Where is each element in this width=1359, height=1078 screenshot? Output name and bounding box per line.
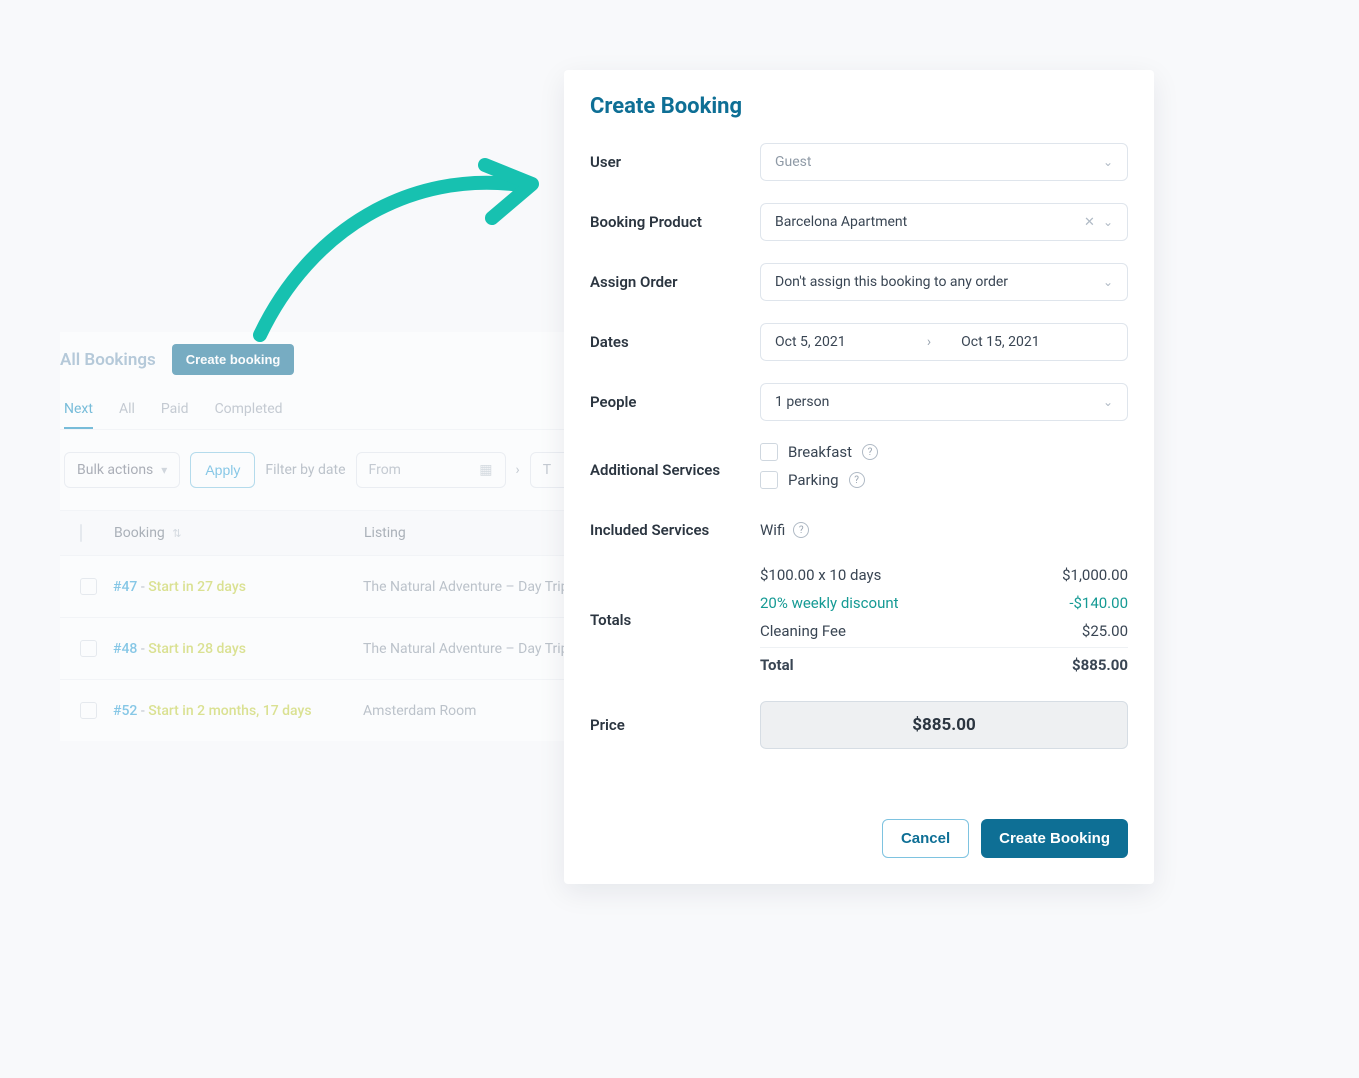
from-placeholder: From (369, 462, 401, 478)
label-assign-order: Assign Order (590, 273, 760, 291)
bulk-actions-select[interactable]: Bulk actions ▾ (64, 452, 180, 488)
booking-id-link[interactable]: #52 (113, 703, 137, 719)
create-booking-modal: Create Booking User Guest ⌄ Booking Prod… (564, 70, 1154, 884)
clear-icon[interactable]: ✕ (1084, 215, 1095, 230)
label-product: Booking Product (590, 213, 760, 231)
label-people: People (590, 393, 760, 411)
booking-eta: Start in 27 days (148, 579, 246, 595)
checkbox-parking[interactable] (760, 471, 778, 489)
service-parking[interactable]: Parking ? (760, 471, 1128, 489)
service-breakfast[interactable]: Breakfast ? (760, 443, 1128, 461)
row-booking: #52 - Start in 2 months, 17 days (113, 703, 363, 719)
help-icon[interactable]: ? (793, 522, 809, 538)
row-booking: #47 - Start in 27 days (113, 579, 363, 595)
apply-button[interactable]: Apply (190, 452, 255, 488)
chevron-down-icon: ⌄ (1103, 395, 1113, 409)
service-label: Breakfast (788, 443, 852, 461)
column-booking[interactable]: Booking ⇅ (114, 525, 364, 541)
create-booking-button[interactable]: Create booking (172, 344, 295, 375)
assign-order-select[interactable]: Don't assign this booking to any order ⌄ (760, 263, 1128, 301)
bulk-actions-label: Bulk actions (77, 462, 153, 478)
cancel-button[interactable]: Cancel (882, 819, 969, 858)
included-wifi: Wifi ? (760, 521, 1128, 539)
label-included-services: Included Services (590, 521, 760, 539)
row-totals: Totals $100.00 x 10 days $1,000.00 20% w… (590, 561, 1128, 679)
row-product: Booking Product Barcelona Apartment ✕ ⌄ (590, 203, 1128, 241)
range-arrow-icon: › (516, 462, 520, 478)
checkbox-breakfast[interactable] (760, 443, 778, 461)
totals-discount: 20% weekly discount -$140.00 (760, 589, 1128, 617)
chevron-down-icon: ⌄ (1103, 215, 1113, 229)
totals-fee: Cleaning Fee $25.00 (760, 617, 1128, 645)
booking-id-link[interactable]: #47 (113, 579, 137, 595)
row-dates: Dates Oct 5, 2021 › Oct 15, 2021 (590, 323, 1128, 361)
label-dates: Dates (590, 333, 760, 351)
row-checkbox[interactable] (80, 702, 97, 719)
product-value: Barcelona Apartment (775, 214, 907, 230)
people-select[interactable]: 1 person ⌄ (760, 383, 1128, 421)
row-booking: #48 - Start in 28 days (113, 641, 363, 657)
tab-paid[interactable]: Paid (161, 401, 189, 429)
totals-total: Total $885.00 (760, 647, 1128, 679)
row-assign-order: Assign Order Don't assign this booking t… (590, 263, 1128, 301)
all-bookings-title: All Bookings (60, 350, 156, 370)
to-placeholder: T (543, 462, 551, 478)
tab-next[interactable]: Next (64, 401, 93, 429)
chevron-down-icon: ▾ (161, 463, 167, 477)
date-to-value: Oct 15, 2021 (931, 334, 1113, 350)
label-additional-services: Additional Services (590, 443, 760, 479)
booking-eta: Start in 2 months, 17 days (148, 703, 311, 719)
date-range-picker[interactable]: Oct 5, 2021 › Oct 15, 2021 (760, 323, 1128, 361)
create-booking-submit-button[interactable]: Create Booking (981, 819, 1128, 858)
booking-id-link[interactable]: #48 (113, 641, 137, 657)
totals-line-item: $100.00 x 10 days $1,000.00 (760, 561, 1128, 589)
calendar-icon: ▦ (479, 462, 492, 478)
totals-block: $100.00 x 10 days $1,000.00 20% weekly d… (760, 561, 1128, 679)
chevron-down-icon: ⌄ (1103, 155, 1113, 169)
label-user: User (590, 153, 760, 171)
sort-icon: ⇅ (172, 527, 181, 540)
select-all-checkbox[interactable] (80, 524, 82, 542)
filter-from-input[interactable]: From ▦ (356, 452, 506, 488)
select-all-cell (80, 525, 114, 541)
chevron-down-icon: ⌄ (1103, 275, 1113, 289)
filter-label: Filter by date (265, 462, 345, 478)
help-icon[interactable]: ? (849, 472, 865, 488)
label-totals: Totals (590, 561, 760, 629)
row-additional-services: Additional Services Breakfast ? Parking … (590, 443, 1128, 499)
tab-all[interactable]: All (119, 401, 135, 429)
modal-footer: Cancel Create Booking (590, 819, 1128, 858)
tab-completed[interactable]: Completed (215, 401, 283, 429)
row-checkbox[interactable] (80, 640, 97, 657)
booking-eta: Start in 28 days (148, 641, 246, 657)
assign-order-value: Don't assign this booking to any order (775, 274, 1008, 290)
row-checkbox[interactable] (80, 578, 97, 595)
price-field[interactable]: $885.00 (760, 701, 1128, 749)
user-value: Guest (775, 154, 811, 170)
included-label: Wifi (760, 521, 785, 539)
row-user: User Guest ⌄ (590, 143, 1128, 181)
date-from-value: Oct 5, 2021 (775, 334, 927, 350)
service-label: Parking (788, 471, 839, 489)
row-price: Price $885.00 (590, 701, 1128, 749)
modal-title: Create Booking (590, 94, 1128, 119)
label-price: Price (590, 716, 760, 734)
help-icon[interactable]: ? (862, 444, 878, 460)
booking-product-select[interactable]: Barcelona Apartment ✕ ⌄ (760, 203, 1128, 241)
row-included-services: Included Services Wifi ? (590, 521, 1128, 539)
people-value: 1 person (775, 394, 829, 410)
user-select[interactable]: Guest ⌄ (760, 143, 1128, 181)
row-people: People 1 person ⌄ (590, 383, 1128, 421)
